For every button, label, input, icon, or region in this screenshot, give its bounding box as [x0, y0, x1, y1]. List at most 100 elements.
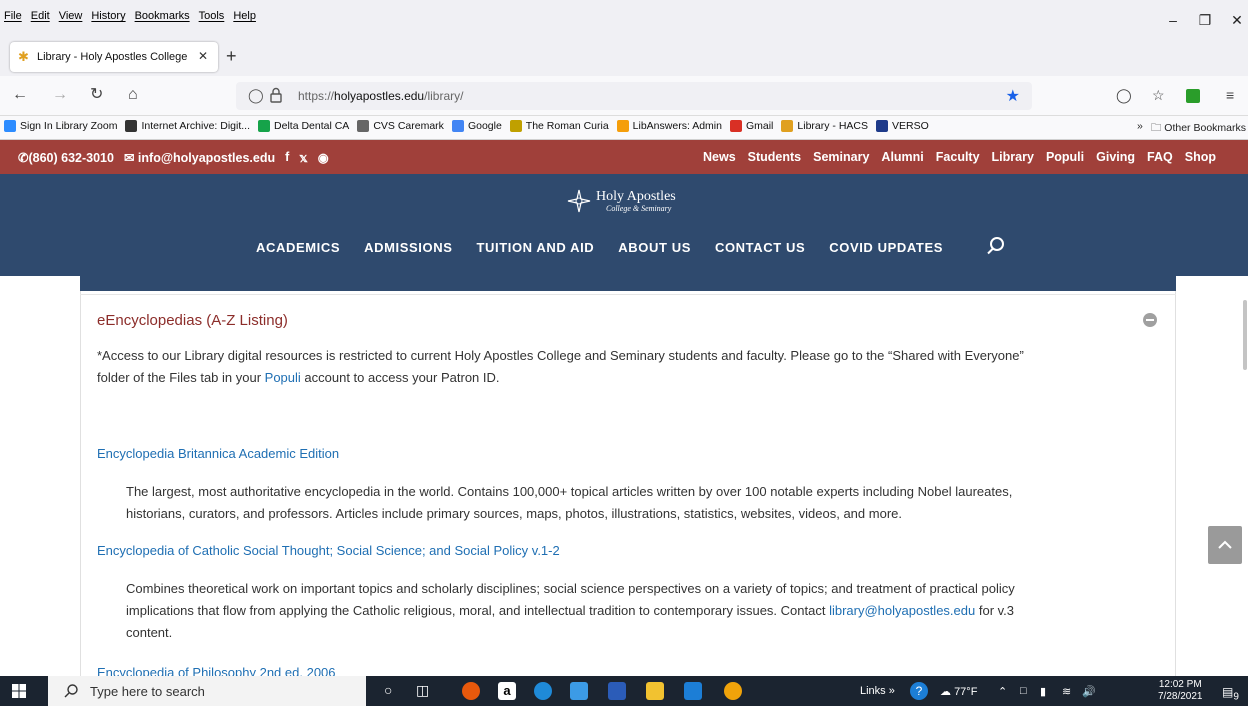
menu-help[interactable]: Help	[233, 10, 256, 22]
tab-title: Library - Holy Apostles College	[37, 51, 188, 63]
windows-start-icon[interactable]	[12, 684, 26, 698]
nav-contact-us[interactable]: CONTACT US	[715, 240, 805, 255]
chrome-taskbar-icon[interactable]	[724, 682, 742, 700]
clock[interactable]: 12:02 PM 7/28/2021	[1158, 679, 1203, 703]
close-window-button[interactable]: ✕	[1222, 12, 1248, 29]
top-link-faq[interactable]: FAQ	[1147, 150, 1173, 164]
url-text[interactable]: https://holyapostles.edu/library/	[298, 89, 463, 103]
menu-history[interactable]: History	[91, 10, 125, 22]
bookmark-item[interactable]: Gmail	[729, 120, 773, 132]
bookmark-item[interactable]: Delta Dental CA	[258, 120, 349, 132]
word-taskbar-icon[interactable]	[608, 682, 626, 700]
library-email-link[interactable]: library@holyapostles.edu	[829, 603, 975, 618]
extension-green-icon[interactable]	[1186, 89, 1200, 103]
libanswers-icon	[616, 120, 629, 132]
menu-tools[interactable]: Tools	[199, 10, 225, 22]
site-logo[interactable]: Holy Apostles College & Seminary	[566, 188, 676, 214]
entry-link-catholic-social-thought[interactable]: Encyclopedia of Catholic Social Thought;…	[97, 543, 560, 558]
top-link-seminary[interactable]: Seminary	[813, 150, 869, 164]
phone-link[interactable]: ✆(860) 632-3010	[18, 150, 114, 165]
envelope-icon: ✉	[123, 151, 138, 165]
mail-taskbar-icon[interactable]	[684, 682, 702, 700]
menu-edit[interactable]: Edit	[31, 10, 50, 22]
task-view-icon[interactable]: ◫	[416, 682, 429, 699]
restore-button[interactable]: ❐	[1190, 12, 1220, 29]
bookmark-item[interactable]: Library - HACS	[781, 120, 868, 132]
battery-icon[interactable]: ▮	[1040, 685, 1046, 698]
wifi-icon[interactable]: ≋	[1062, 685, 1071, 698]
section-title[interactable]: eEncyclopedias (A-Z Listing)	[97, 312, 288, 329]
menu-file[interactable]: File	[4, 10, 22, 22]
bookmark-item[interactable]: CVS Caremark	[357, 120, 444, 132]
top-link-shop[interactable]: Shop	[1185, 150, 1216, 164]
tracking-protection-shield-icon[interactable]: ◯	[248, 87, 264, 104]
forward-button[interactable]: →	[52, 85, 68, 105]
bookmark-item[interactable]: VERSO	[876, 120, 929, 132]
lock-icon[interactable]	[270, 87, 282, 103]
app-menu-icon[interactable]: ≡	[1226, 85, 1234, 105]
hacs-icon	[781, 120, 794, 132]
entry-link-britannica[interactable]: Encyclopedia Britannica Academic Edition	[97, 446, 339, 461]
edge-taskbar-icon[interactable]	[534, 682, 552, 700]
nav-tuition-and-aid[interactable]: TUITION AND AID	[476, 240, 594, 255]
collapse-icon[interactable]	[1143, 313, 1157, 327]
bookmark-item[interactable]: LibAnswers: Admin	[616, 120, 722, 132]
notifications-icon[interactable]: ▤9	[1222, 685, 1239, 702]
top-link-giving[interactable]: Giving	[1096, 150, 1135, 164]
entry-description-britannica: The largest, most authoritative encyclop…	[126, 484, 1013, 521]
top-link-news[interactable]: News	[703, 150, 736, 164]
home-icon[interactable]: ⌂	[128, 85, 138, 105]
delta-icon	[258, 120, 271, 132]
bookmarks-toolbar: Sign In Library Zoom Internet Archive: Di…	[0, 116, 1248, 140]
menu-view[interactable]: View	[59, 10, 83, 22]
email-link[interactable]: ✉ info@holyapostles.edu	[124, 150, 275, 165]
close-tab-icon[interactable]: ✕	[198, 49, 208, 63]
menu-bar: File Edit View History Bookmarks Tools Help – …	[0, 0, 1248, 36]
bookmark-item[interactable]: Internet Archive: Digit...	[125, 120, 250, 132]
bookmark-star-icon[interactable]: ★	[1006, 86, 1020, 106]
store-taskbar-icon[interactable]	[570, 682, 588, 700]
top-link-library[interactable]: Library	[992, 150, 1034, 164]
top-link-faculty[interactable]: Faculty	[936, 150, 980, 164]
tray-overflow-icon[interactable]: ⌃	[998, 685, 1007, 698]
weather-widget[interactable]: ☁ 77°F	[940, 685, 977, 698]
bookmark-item[interactable]: Google	[451, 120, 502, 132]
bookmark-item[interactable]: The Roman Curia	[509, 120, 609, 132]
instagram-icon[interactable]: ◉	[318, 150, 329, 165]
new-tab-button[interactable]: +	[226, 47, 237, 65]
search-icon[interactable]	[986, 236, 1006, 256]
cortana-icon[interactable]: ○	[384, 682, 392, 698]
firefox-taskbar-icon[interactable]	[462, 682, 480, 700]
bookmarks-overflow-button[interactable]: »	[1137, 120, 1143, 138]
twitter-icon[interactable]: 𝕩	[299, 150, 307, 165]
back-button[interactable]: ←	[12, 85, 28, 105]
volume-icon[interactable]: 🔊	[1082, 685, 1096, 698]
top-link-alumni[interactable]: Alumni	[881, 150, 923, 164]
network-icon[interactable]: □	[1020, 685, 1027, 697]
minimize-button[interactable]: –	[1158, 12, 1188, 28]
amazon-taskbar-icon[interactable]: a	[498, 682, 516, 700]
links-toolbar[interactable]: Links »	[860, 685, 895, 697]
pocket-icon[interactable]: ◯	[1116, 85, 1132, 105]
page-scrollbar-thumb[interactable]	[1243, 300, 1247, 370]
top-link-populi[interactable]: Populi	[1046, 150, 1084, 164]
facebook-icon[interactable]: f	[285, 150, 289, 165]
reload-button[interactable]: ↻	[90, 85, 103, 105]
nav-admissions[interactable]: ADMISSIONS	[364, 240, 452, 255]
bookmark-item[interactable]: Sign In Library Zoom	[4, 120, 117, 132]
nav-academics[interactable]: ACADEMICS	[256, 240, 340, 255]
file-explorer-taskbar-icon[interactable]	[646, 682, 664, 700]
nav-covid-updates[interactable]: COVID UPDATES	[829, 240, 943, 255]
address-bar[interactable]: ◯ https://holyapostles.edu/library/ ★	[236, 82, 1032, 110]
top-link-students[interactable]: Students	[748, 150, 801, 164]
other-bookmarks[interactable]: 🗀 Other Bookmarks	[1151, 120, 1246, 138]
help-icon[interactable]: ?	[910, 682, 928, 700]
taskbar-search-box[interactable]: Type here to search	[48, 676, 366, 706]
nav-about-us[interactable]: ABOUT US	[618, 240, 691, 255]
populi-link[interactable]: Populi	[265, 370, 301, 385]
menu-bookmarks[interactable]: Bookmarks	[135, 10, 190, 22]
divider	[80, 294, 1176, 295]
extensions-icon[interactable]: ☆	[1152, 85, 1165, 105]
tab-library[interactable]: ✱ Library - Holy Apostles College ✕	[10, 42, 218, 72]
scroll-to-top-button[interactable]	[1208, 526, 1242, 564]
